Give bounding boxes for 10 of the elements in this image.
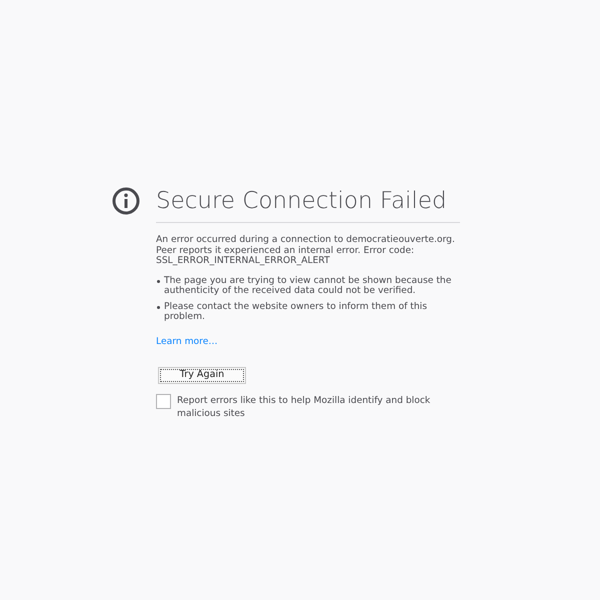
- page-title: Secure Connection Failed: [156, 187, 447, 216]
- bullet-text: The page you are trying to view cannot be shown because the authenticity of the received data could not be verified.: [164, 276, 452, 296]
- bullet-icon: [157, 306, 160, 308]
- bullet-icon: [157, 280, 160, 282]
- info-icon: [112, 187, 140, 215]
- error-message: An error occurred during a connection to democratieouverte.org. Peer reports it experienced an internal error. Error code: SSL_ERROR_INTERNAL_ERROR_ALERT: [156, 235, 456, 266]
- bullet-text: Please contact the website owners to inform them of this problem.: [164, 302, 428, 322]
- try-again-button[interactable]: Try Again: [158, 367, 246, 384]
- report-label: Report errors like this to help Mozilla identify and block malicious sites: [177, 394, 432, 420]
- report-checkbox[interactable]: [156, 394, 171, 408]
